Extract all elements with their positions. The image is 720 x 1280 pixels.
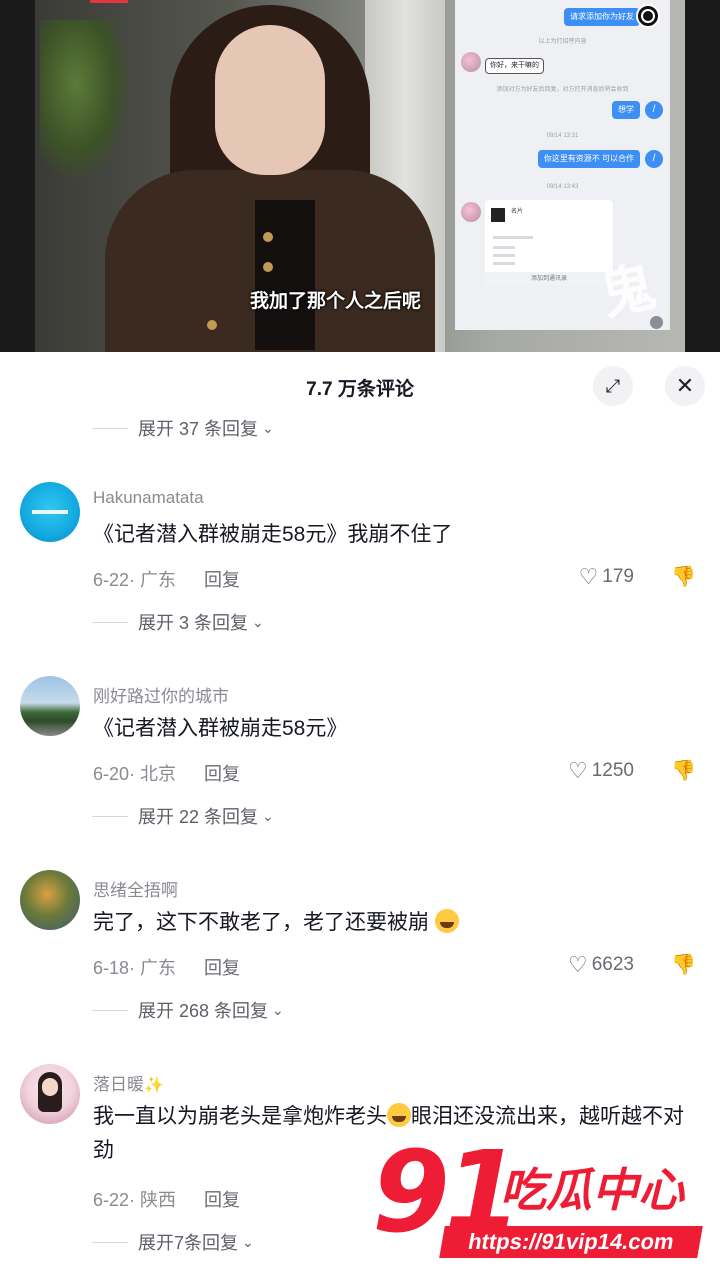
record-icon — [641, 9, 655, 23]
speaker-body — [105, 170, 435, 352]
comment-username[interactable]: Hakunamatata — [93, 488, 204, 508]
heart-icon: ♡ — [567, 758, 588, 783]
dislike-icon[interactable]: 👎 — [671, 758, 696, 783]
video-subtitle: 我加了那个人之后呢 — [250, 291, 422, 312]
expand-icon: ⤢ — [605, 376, 621, 396]
reply-button[interactable]: 回复 — [204, 1190, 240, 1210]
jacket-button — [207, 320, 217, 330]
speaker-face — [215, 25, 325, 175]
comment-username[interactable]: 落日暖✨ — [93, 1070, 164, 1095]
chat-self-avatar: / — [645, 101, 663, 119]
heart-icon: ♡ — [567, 952, 588, 977]
chat-avatar — [461, 52, 481, 72]
jacket-button — [263, 232, 273, 242]
comment-text: 完了，这下不敢老了，老了还要被崩 — [93, 906, 693, 940]
contact-card: 名片 添加到通讯录 — [485, 200, 613, 286]
reply-button[interactable]: 回复 — [204, 764, 240, 784]
sparkle-icon: ✨ — [144, 1077, 164, 1094]
chat-bubble-outgoing: 你这里有资源不 可以合作 — [537, 150, 640, 168]
expand-replies-button[interactable]: 展开 3 条回复 ⌄ — [92, 610, 264, 634]
expand-sheet-button[interactable]: ⤢ — [593, 366, 633, 406]
avatar[interactable] — [20, 482, 80, 542]
site-watermark: 91 吃瓜中心 https://91vip14.com — [372, 1128, 703, 1258]
like-button[interactable]: ♡ 179 — [579, 564, 634, 590]
progress-indicator — [90, 0, 128, 3]
comment-text: 《记者潜入群被崩走58元》我崩不住了 — [93, 523, 453, 546]
reply-button[interactable]: 回复 — [204, 958, 240, 978]
expand-replies-button[interactable]: 展开7条回复 ⌄ — [92, 1230, 254, 1254]
chat-system-text: 以上为打招呼内容 — [538, 39, 587, 45]
chat-bubble-outgoing: 想学 — [612, 101, 640, 119]
chat-timestamp: 09/14 13:31 — [546, 133, 579, 139]
chevron-down-icon: ⌄ — [242, 1233, 254, 1250]
like-button[interactable]: ♡ 1250 — [568, 758, 634, 784]
avatar[interactable] — [20, 676, 80, 736]
expand-replies-button[interactable]: 展开 268 条回复 ⌄ — [92, 998, 284, 1022]
comment-meta: 6-22· 广东 回复 — [93, 570, 241, 590]
dislike-icon[interactable]: 👎 — [671, 564, 696, 589]
expand-replies-button[interactable]: 展开 22 条回复 ⌄ — [92, 804, 274, 828]
like-button[interactable]: ♡ 6623 — [568, 952, 634, 978]
close-icon: ✕ — [675, 373, 695, 398]
check-icon — [650, 316, 663, 329]
avatar[interactable] — [20, 1064, 80, 1124]
chevron-down-icon: ⌄ — [262, 419, 274, 436]
comment-username[interactable]: 刚好路过你的城市 — [93, 682, 229, 707]
chat-bubble-outgoing: 请求添加你为好友 — [564, 8, 640, 26]
dislike-icon[interactable]: 👎 — [671, 952, 696, 977]
comment-meta: 6-22· 陕西 回复 — [93, 1190, 241, 1210]
chat-bubble-incoming: 你好，来干嘛的 — [485, 58, 544, 74]
chevron-down-icon: ⌄ — [252, 613, 264, 630]
heart-icon: ♡ — [578, 564, 599, 589]
close-button[interactable]: ✕ — [665, 366, 705, 406]
comment-text: 《记者潜入群被崩走58元》 — [93, 717, 348, 740]
chat-self-avatar: / — [645, 150, 663, 168]
plant-decoration — [40, 20, 130, 180]
comment-meta: 6-18· 广东 回复 — [93, 958, 241, 978]
comment-username[interactable]: 思绪全捂啊 — [93, 876, 178, 901]
reply-button[interactable]: 回复 — [204, 570, 240, 590]
crying-emoji-icon — [434, 909, 459, 934]
avatar[interactable] — [20, 870, 80, 930]
video-player[interactable]: 我加了那个人之后呢 请求添加你为好友 以上为打招呼内容 你好，来干嘛的 添加对方… — [0, 0, 720, 352]
chat-avatar — [461, 202, 481, 222]
chat-system-text: 添加对方为好友后回复，对方打开消息后将会收到 — [496, 87, 629, 93]
chevron-down-icon: ⌄ — [272, 1001, 284, 1018]
comment-meta: 6-20· 北京 回复 — [93, 764, 241, 784]
expand-replies-button[interactable]: 展开 37 条回复 ⌄ — [92, 416, 274, 440]
chat-timestamp: 09/14 13:43 — [546, 184, 579, 190]
watermark-url: https://91vip14.com — [439, 1226, 703, 1258]
laugh-cry-emoji-icon — [387, 1103, 411, 1128]
watermark-name: 吃瓜中心 — [500, 1164, 684, 1216]
jacket-button — [263, 262, 273, 272]
chevron-down-icon: ⌄ — [262, 807, 274, 824]
